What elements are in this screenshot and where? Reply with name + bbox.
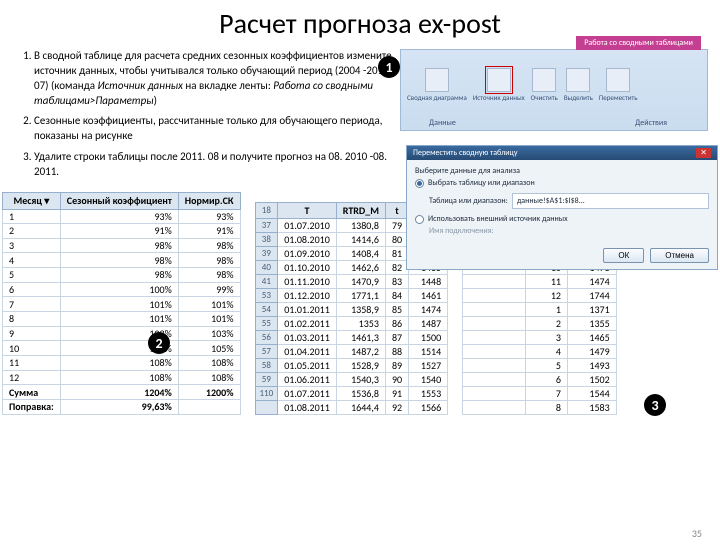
callout-3: 3 <box>644 394 666 416</box>
table-row: 5301.12.20101771,1841461 <box>255 288 448 302</box>
table-row: 71544 <box>463 386 616 400</box>
dialog-titlebar: Переместить сводную таблицу ✕ <box>407 146 717 160</box>
ribbon: Работа со сводными таблицами Сводная диа… <box>400 49 708 131</box>
t1-h1: Сезонный коэффициент <box>60 192 178 209</box>
table-row: 11108%108% <box>3 356 241 371</box>
table-row: 5701.04.20111487,2881514 <box>255 344 448 358</box>
ribbon-btn-move[interactable]: Переместить <box>599 68 638 101</box>
ribbon-btn-data-source[interactable]: Источник данных <box>473 68 525 101</box>
ribbon-group-data: Данные <box>429 118 456 128</box>
table-row: 31465 <box>463 330 616 344</box>
table-row: 01.08.20111644,4921566 <box>255 400 448 414</box>
table-row: 398%98% <box>3 238 241 253</box>
instruction-1: В сводной таблице для расчета средних се… <box>34 49 392 108</box>
pivot-context-tab[interactable]: Работа со сводными таблицами <box>576 36 701 50</box>
table-row: 6100%99% <box>3 282 241 297</box>
table-row: 11371 <box>463 302 616 316</box>
ribbon-area: Работа со сводными таблицами Сводная диа… <box>400 49 708 186</box>
page-number: 35 <box>692 527 702 540</box>
table-row: 598%98% <box>3 268 241 283</box>
table-row: 11001.07.20111536,8911553 <box>255 386 448 400</box>
table-row: 81583 <box>463 400 616 414</box>
ribbon-group-actions: Действия <box>635 118 667 128</box>
table-row: 5801.05.20111528,9891527 <box>255 358 448 372</box>
dialog-opt1[interactable]: Выбрать таблицу или диапазон <box>415 178 709 188</box>
ribbon-btn-chart[interactable]: Сводная диаграмма <box>407 68 467 101</box>
table-row: 10105%105% <box>3 341 241 356</box>
dialog-title-text: Переместить сводную таблицу <box>413 148 517 158</box>
table-row: 121744 <box>463 288 616 302</box>
t1-h0[interactable]: Месяц ▾ <box>3 192 61 209</box>
ribbon-btn-clear[interactable]: Очистить <box>531 68 558 101</box>
table-row: 9103%103% <box>3 326 241 341</box>
dialog: Переместить сводную таблицу ✕ Выберите д… <box>406 145 718 270</box>
callout-1: 1 <box>378 56 400 78</box>
t2-rownum-head: 18 <box>255 202 278 218</box>
close-icon[interactable]: ✕ <box>696 148 711 158</box>
table-row: 5901.06.20111540,3901540 <box>255 372 448 386</box>
dialog-range-row: Таблица или диапазон: данные!$A$1:$I$8..… <box>415 190 709 212</box>
table-row: 41479 <box>463 344 616 358</box>
table-row: 193%93% <box>3 209 241 224</box>
t2-h1: RTRD_M <box>336 202 385 218</box>
table-row: 111474 <box>463 274 616 288</box>
cancel-button[interactable]: Отмена <box>650 248 709 263</box>
instruction-3: Удалите строки таблицы после 2011. 08 и … <box>34 150 392 180</box>
dialog-range-input[interactable]: данные!$A$1:$I$8... <box>512 193 709 209</box>
instruction-2: Сезонные коэффициенты, рассчитанные толь… <box>34 114 392 144</box>
table-row: 12108%108% <box>3 370 241 385</box>
dialog-prompt: Выберите данные для анализа <box>415 166 709 176</box>
table-row: 61502 <box>463 372 616 386</box>
dialog-opt2[interactable]: Использовать внешний источник данных <box>415 214 709 224</box>
table-row: 4101.11.20101470,9831448 <box>255 274 448 288</box>
table-row: 498%98% <box>3 253 241 268</box>
table-seasonal: Месяц ▾ Сезонный коэффициент Нормир.СК 1… <box>2 192 241 415</box>
table-row: 8101%101% <box>3 312 241 327</box>
ribbon-btn-select[interactable]: Выделить <box>564 68 593 101</box>
top-row: В сводной таблице для расчета средних се… <box>0 49 720 186</box>
instructions: В сводной таблице для расчета средних се… <box>12 49 392 186</box>
t2-h0: T <box>278 202 337 218</box>
table-row: 5601.03.20111461,3871500 <box>255 330 448 344</box>
t1-h2: Нормир.СК <box>178 192 240 209</box>
callout-2: 2 <box>148 332 170 354</box>
ok-button[interactable]: ОК <box>603 248 644 263</box>
dialog-opt3: Имя подключения: <box>429 226 709 236</box>
t1-body: 193%93%291%91%398%98%498%98%598%98%6100%… <box>3 209 241 385</box>
table-row: 21355 <box>463 316 616 330</box>
table-row: 51493 <box>463 358 616 372</box>
table-row: 5401.01.20111358,9851474 <box>255 302 448 316</box>
table-row: 5501.02.20111353861487 <box>255 316 448 330</box>
table-row: 7101%101% <box>3 297 241 312</box>
table-row: 291%91% <box>3 224 241 239</box>
